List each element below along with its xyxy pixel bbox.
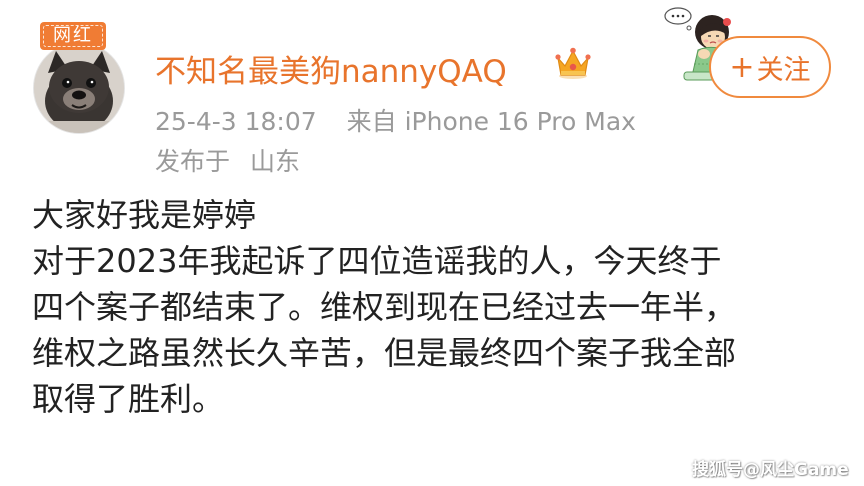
crown-icon <box>553 46 593 82</box>
post-content: 大家好我是婷婷 对于2023年我起诉了四位造谣我的人，今天终于 四个案子都结束了… <box>32 192 852 422</box>
bulldog-avatar-icon <box>34 43 124 133</box>
content-line: 四个案子都结束了。维权到现在已经过去一年半， <box>32 288 737 326</box>
location-value: 山东 <box>249 147 300 176</box>
author-avatar[interactable] <box>33 42 125 134</box>
sohu-watermark: 搜狐号@风尘Game <box>692 460 849 480</box>
follow-label: 关注 <box>756 54 811 86</box>
content-line: 维权之路虽然长久辛苦，但是最终四个案子我全部 <box>32 334 737 372</box>
influencer-badge: 网红 <box>40 22 106 50</box>
content-line: 对于2023年我起诉了四位造谣我的人，今天终于 <box>32 242 722 280</box>
post-timestamp: 25-4-3 18:07 <box>155 107 317 136</box>
plus-icon: + <box>729 49 755 85</box>
follow-button[interactable]: + 关注 <box>709 36 831 98</box>
author-username[interactable]: 不知名最美狗nannyQAQ <box>155 46 507 91</box>
post-location: 发布于 山东 <box>155 142 300 178</box>
post-meta: 25-4-3 18:07 来自 iPhone 16 Pro Max <box>155 102 636 138</box>
content-line: 取得了胜利。 <box>32 380 225 418</box>
content-line: 大家好我是婷婷 <box>32 196 257 234</box>
location-label: 发布于 <box>155 147 231 176</box>
badge-label: 网红 <box>53 25 93 46</box>
post-header: 网红 不知名最美狗nannyQAQ 25-4-3 18:07 来自 iPhone… <box>0 0 864 185</box>
post-source: 来自 iPhone 16 Pro Max <box>346 107 636 136</box>
